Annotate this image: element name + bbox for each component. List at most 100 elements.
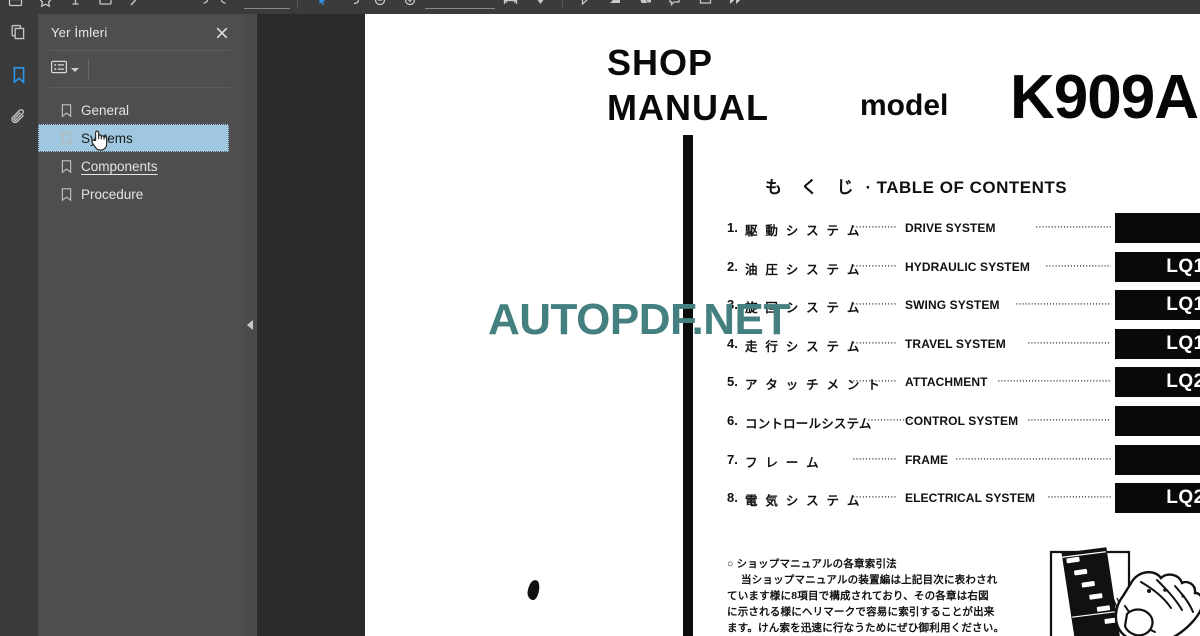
zoom-in-icon[interactable]: [395, 0, 425, 14]
bookmark-flag-icon: [60, 187, 73, 202]
panel-collapse-handle[interactable]: [243, 14, 257, 636]
page-number-input[interactable]: [244, 0, 290, 9]
bookmark-item-procedure[interactable]: Procedure: [38, 180, 243, 208]
table-of-contents: 1. 駆 動 シ ス テ ム ·············· DRIVE SYST…: [727, 213, 1200, 522]
heading-line-2: MANUAL: [607, 87, 769, 128]
export-icon[interactable]: [630, 0, 660, 14]
toc-section-tab: LQ21: [1115, 367, 1200, 398]
toc-leader-outer: ········································…: [1027, 413, 1111, 426]
toc-row: 4. 走 行 シ ス テ ム ·············· TRAVEL SYS…: [727, 328, 1200, 368]
bookmark-label: Components: [81, 158, 158, 174]
toc-leader-outer: ········································…: [1035, 221, 1111, 233]
note-icon[interactable]: [90, 0, 120, 14]
heading-line-1: SHOP: [607, 42, 714, 83]
toc-title-english: SWING SYSTEM: [905, 298, 1000, 313]
toc-section-tab: LQ18: [1115, 328, 1200, 359]
toc-heading-japanese: も く じ: [765, 178, 861, 197]
rail-item-bookmarks[interactable]: [0, 56, 47, 98]
toc-leader-inner: ··············: [852, 375, 897, 388]
bookmarks-panel-header: Yer İmleri: [38, 14, 243, 50]
toc-title-japanese: 電 気 シ ス テ ム: [745, 494, 862, 509]
bookmark-item-systems[interactable]: Systems: [38, 124, 229, 152]
toc-leader-inner: ··············: [852, 298, 897, 311]
bookmarks-icon: [9, 65, 29, 90]
hand-holding-manual-illustration: [1037, 536, 1200, 636]
toc-leader-outer: ········································…: [1027, 336, 1111, 349]
toc-section-tab: [1115, 213, 1200, 243]
highlight-icon[interactable]: [60, 0, 90, 14]
toc-title-english: FRAME: [905, 452, 949, 467]
vertical-rule: [683, 135, 693, 636]
rotate-icon[interactable]: [570, 0, 600, 14]
usage-note-line-2: ています様に8項目で構成されており、その各章は右図: [727, 590, 989, 602]
toc-leader-outer: ········································…: [1047, 491, 1111, 504]
toc-number: 7.: [727, 451, 738, 467]
page-fit-icon[interactable]: [525, 0, 555, 14]
toc-leader-outer: ········································…: [997, 375, 1111, 388]
toc-title-english: CONTROL SYSTEM: [905, 413, 1019, 428]
toc-heading-english: TABLE OF CONTENTS: [876, 178, 1068, 197]
document-viewer[interactable]: SHOP MANUAL model K909A も く じ · TABLE OF C…: [257, 14, 1200, 636]
toc-leader-inner: ··············: [852, 336, 897, 349]
cursor-tool-icon[interactable]: [305, 0, 335, 14]
shop-manual-heading: SHOP MANUAL: [607, 40, 769, 130]
toc-row: 3. 旋 回 シ ス テ ム ·············· SWING SYST…: [727, 290, 1200, 329]
toc-section-tab: [1115, 444, 1200, 475]
bookmark-flag-icon: [60, 131, 73, 146]
pen-icon[interactable]: [120, 0, 150, 14]
toc-title-english: HYDRAULIC SYSTEM: [905, 259, 1030, 274]
toolbar-icon-group: [0, 0, 750, 14]
left-navigation-rail: [0, 14, 47, 636]
stamp-icon[interactable]: [30, 0, 60, 14]
toc-number: 1.: [727, 220, 738, 235]
pdf-reader-window: Yer İmleri General Systems Components Pr…: [0, 0, 1200, 636]
toc-row: 2. 油 圧 シ ス テ ム ·············· HYDRAULIC …: [727, 251, 1200, 291]
comment-icon[interactable]: [660, 0, 690, 14]
toc-leader-inner: ··············: [852, 259, 897, 272]
panel-title: Yer İmleri: [51, 24, 108, 40]
print-icon[interactable]: [690, 0, 720, 14]
toc-title-english: TRAVEL SYSTEM: [905, 336, 1006, 351]
toc-row: 5. ア タ ッ チ メ ン ト ·············· ATTACHME…: [727, 367, 1200, 406]
more-icon[interactable]: [720, 0, 750, 14]
toc-leader-outer: ········································…: [1045, 259, 1111, 272]
bookmark-item-components[interactable]: Components: [38, 152, 243, 180]
toc-leader-outer: ········································…: [955, 452, 1111, 465]
toc-leader-inner: ··············: [852, 452, 897, 465]
bookmarks-panel: Yer İmleri General Systems Components Pr…: [38, 14, 243, 636]
toc-row: 8. 電 気 シ ス テ ム ·············· ELECTRICAL…: [727, 483, 1200, 522]
toc-title-japanese: 油 圧 シ ス テ ム: [745, 262, 862, 277]
toolbar-gap: [150, 0, 184, 1]
zoom-out-icon[interactable]: [365, 0, 395, 14]
bookmark-label: Procedure: [81, 186, 144, 202]
undo-icon[interactable]: [184, 0, 214, 14]
bookmark-flag-icon: [60, 103, 73, 118]
usage-note: ○ ショップマニュアルの各章索引法 当ショップマニュアルの装置編は上記目次に表わ…: [727, 556, 1057, 636]
toolbar-separator: [297, 0, 298, 9]
toolbar-separator-2: [562, 0, 563, 9]
rail-item-page-thumbnails[interactable]: [0, 14, 38, 56]
bookmark-options-icon: [50, 58, 68, 81]
bookmark-item-general[interactable]: General: [38, 96, 243, 124]
zoom-level-input[interactable]: [425, 0, 495, 9]
model-code: K909A: [1010, 63, 1199, 132]
model-label: model: [860, 89, 949, 122]
toc-number: 8.: [727, 490, 738, 506]
toc-row: 1. 駆 動 シ ス テ ム ·············· DRIVE SYST…: [727, 213, 1200, 252]
toc-title-japanese: コントロールシステム: [745, 416, 872, 431]
toc-title-english: DRIVE SYSTEM: [905, 221, 996, 235]
watermark: AUTOPDF.NET: [488, 295, 790, 344]
top-toolbar: [0, 0, 1200, 14]
bookmark-options-button[interactable]: [50, 58, 79, 81]
close-icon[interactable]: [213, 24, 231, 42]
sign-icon[interactable]: [600, 0, 630, 14]
redo-icon[interactable]: [214, 0, 244, 14]
rail-item-attachments[interactable]: [0, 98, 38, 140]
toc-title-japanese: フ レ ー ム: [745, 455, 821, 470]
save-icon[interactable]: [0, 0, 30, 14]
bookmark-label: General: [81, 102, 130, 118]
select-icon[interactable]: [335, 0, 365, 14]
toc-row: 7. フ レ ー ム ·············· FRAME ········…: [727, 444, 1200, 484]
toc-section-tab: LQ12: [1115, 251, 1200, 282]
fit-width-icon[interactable]: [495, 0, 525, 14]
